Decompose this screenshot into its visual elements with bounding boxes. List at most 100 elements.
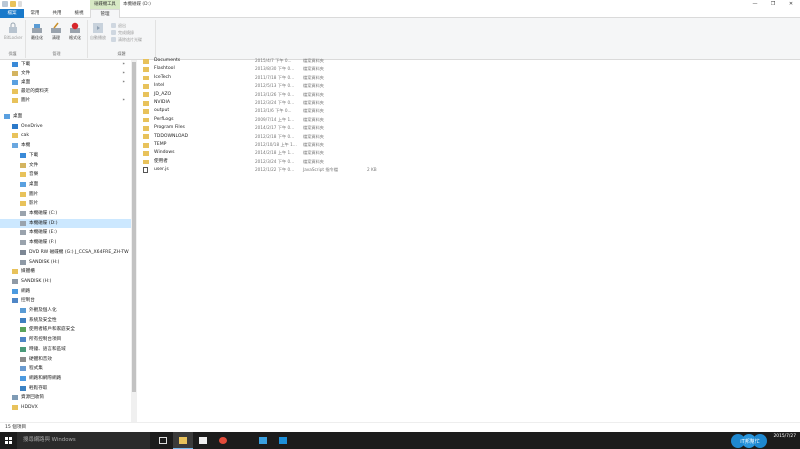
eject-button[interactable]: 退出 xyxy=(111,22,126,29)
file-row[interactable]: TEMP 2012/10/18 上午 1... 檔案資料夾 xyxy=(141,141,441,149)
file-name: Program Files xyxy=(154,125,185,131)
file-row[interactable]: Windows 2014/2/18 上午 1... 檔案資料夾 xyxy=(141,149,441,157)
nav-tree-item[interactable]: 硬體和音效 xyxy=(0,355,131,364)
file-row[interactable]: Documents 2015/4/7 下午 0... 檔案資料夾 xyxy=(141,57,441,65)
chrome-icon[interactable] xyxy=(213,432,233,449)
nav-quick-item[interactable]: 圖片 xyxy=(12,96,30,105)
tab-share[interactable]: 共用 xyxy=(46,9,68,18)
nav-quick-item[interactable]: 桌面 xyxy=(12,78,30,87)
close-button[interactable]: ✕ xyxy=(782,0,800,9)
chevron-down-icon[interactable] xyxy=(18,1,22,7)
nav-scrollbar-thumb[interactable] xyxy=(132,62,136,392)
tab-manage[interactable]: 管理 xyxy=(90,9,120,18)
file-row[interactable]: Program Files 2014/2/17 下午 0... 檔案資料夾 xyxy=(141,124,441,132)
file-row[interactable]: PerfLogs 2009/7/14 上午 1... 檔案資料夾 xyxy=(141,116,441,124)
optimize-button[interactable]: 最佳化 xyxy=(28,22,46,41)
format-label: 格式化 xyxy=(69,35,81,40)
drive-icon xyxy=(20,240,26,246)
store-icon[interactable] xyxy=(193,432,213,449)
nav-item-label: 最近的資料夾 xyxy=(21,89,49,94)
ribbon-tabs: 檔案 常用 共用 檢視 管理 xyxy=(0,9,800,18)
file-row[interactable]: IceTech 2011/7/18 下午 0... 檔案資料夾 xyxy=(141,74,441,82)
app-icon[interactable] xyxy=(253,432,273,449)
file-date: 2013/8/30 下午 0... xyxy=(255,66,295,72)
folder-icon xyxy=(143,142,149,148)
task-view-icon[interactable] xyxy=(153,432,173,449)
nav-scrollbar[interactable] xyxy=(131,60,137,422)
file-row[interactable]: JD_AZO 2013/1/26 下午 0... 檔案資料夾 xyxy=(141,91,441,99)
nav-tree-item[interactable]: 外觀及個人化 xyxy=(0,306,131,315)
file-row[interactable]: Flashtool 2013/8/30 下午 0... 檔案資料夾 xyxy=(141,65,441,73)
nav-tree-item[interactable]: 桌面 xyxy=(0,180,131,189)
nav-tree-item[interactable]: 影片 xyxy=(0,199,131,208)
new-folder-icon[interactable] xyxy=(10,1,16,7)
nav-tree-item[interactable]: SANDISK (H:) xyxy=(0,258,131,267)
file-row[interactable]: 使用者 2012/3/24 下午 0... 檔案資料夾 xyxy=(141,158,441,166)
minimize-button[interactable]: — xyxy=(746,0,764,9)
pin-icon: ✶ xyxy=(122,61,126,66)
nav-quick-item[interactable]: 最近的資料夾 xyxy=(12,87,49,96)
tab-file[interactable]: 檔案 xyxy=(0,9,24,18)
nav-quick-item[interactable]: 文件 xyxy=(12,69,30,78)
title-bar: 磁碟機工具 本機磁碟 (D:) — ❐ ✕ xyxy=(0,0,800,9)
file-date: 2012/5/13 下午 0... xyxy=(255,83,295,89)
nav-tree-item[interactable]: 使用者帳戶和家庭安全 xyxy=(0,325,131,334)
nav-tree-item[interactable]: 本機磁碟 (D:) xyxy=(0,218,131,228)
nav-tree-item[interactable]: OneDrive xyxy=(0,122,131,131)
file-row[interactable]: NVIDIA 2012/3/24 下午 0... 檔案資料夾 xyxy=(141,99,441,107)
users-icon xyxy=(20,327,26,333)
nav-tree-item[interactable]: 輕鬆存取 xyxy=(0,384,131,393)
usb-drive-icon xyxy=(20,259,26,265)
nav-tree-item[interactable]: 本機磁碟 (F:) xyxy=(0,238,131,247)
nav-item-label: 系統及安全性 xyxy=(29,317,57,323)
documents-icon xyxy=(12,71,18,76)
nav-tree-item[interactable]: SANDISK (H:) xyxy=(0,277,131,286)
file-row[interactable]: user.js 2012/1/22 下午 0... JavaScript 指令檔 2 … xyxy=(141,166,441,174)
nav-tree-item[interactable]: 本機磁碟 (E:) xyxy=(0,228,131,237)
nav-tree-item[interactable]: 時鐘、語言和區域 xyxy=(0,345,131,354)
nav-tree-item[interactable]: 網路 xyxy=(0,287,131,296)
file-row[interactable]: Intel 2012/5/13 下午 0... 檔案資料夾 xyxy=(141,82,441,90)
cleanup-button[interactable]: 清理 xyxy=(47,22,65,41)
folder-icon xyxy=(143,117,149,123)
cloud-icon xyxy=(12,123,18,129)
autoplay-button[interactable]: 自動播放 xyxy=(89,22,107,41)
finish-burning-button[interactable]: 完成燒錄 xyxy=(111,29,134,36)
nav-tree-item[interactable]: 桌面 xyxy=(0,112,131,121)
file-row[interactable]: TDDOWNLOAD 2012/2/18 下午 0... 檔案資料夾 xyxy=(141,133,441,141)
properties-icon[interactable] xyxy=(2,1,8,7)
nav-tree-item[interactable]: DVD RW 磁碟機 (G:) J_CCSA_X64FRE_ZH-TW xyxy=(0,248,131,257)
nav-tree-item[interactable]: 圖片 xyxy=(0,190,131,199)
nav-tree-item[interactable]: 網路和網際網路 xyxy=(0,374,131,383)
nav-tree-item[interactable]: 本機磁碟 (C:) xyxy=(0,209,131,218)
nav-item-label: 控制台 xyxy=(21,298,35,304)
format-button[interactable]: 格式化 xyxy=(66,22,84,41)
nav-tree-item[interactable]: 所有控制台項目 xyxy=(0,335,131,344)
nav-tree-item[interactable]: 系統及安全性 xyxy=(0,316,131,325)
nav-tree-item[interactable]: HDDVX xyxy=(0,403,131,412)
file-explorer-icon[interactable] xyxy=(173,432,193,449)
nav-tree-item[interactable]: 程式集 xyxy=(0,364,131,373)
nav-tree-item[interactable]: 文件 xyxy=(0,161,131,170)
file-row[interactable]: output 2013/1/6 下午 0... 檔案資料夾 xyxy=(141,107,441,115)
start-button[interactable] xyxy=(0,432,17,449)
maximize-button[interactable]: ❐ xyxy=(764,0,782,9)
nav-item-label: 桌面 xyxy=(13,114,23,119)
tab-view[interactable]: 檢視 xyxy=(68,9,90,18)
nav-tree-item[interactable]: 控制台 xyxy=(0,296,131,305)
nav-item-label: 程式集 xyxy=(29,366,43,372)
mail-icon[interactable] xyxy=(273,432,293,449)
nav-tree-item[interactable]: cak xyxy=(0,131,131,140)
nav-tree-item[interactable]: 音樂 xyxy=(0,170,131,179)
nav-quick-item[interactable]: 下載 xyxy=(12,60,30,69)
folder-icon xyxy=(143,125,149,131)
tab-home[interactable]: 常用 xyxy=(24,9,46,18)
taskbar-search[interactable]: 搜尋網路與 Windows xyxy=(17,432,150,449)
bitlocker-button[interactable]: BitLocker xyxy=(4,22,23,40)
file-name: user.js xyxy=(154,167,169,173)
nav-tree-item[interactable]: 下載 xyxy=(0,151,131,160)
erase-disc-button[interactable]: 清除這片光碟 xyxy=(111,36,142,43)
nav-tree-item[interactable]: 本機 xyxy=(0,141,131,150)
nav-tree-item[interactable]: 媒體櫃 xyxy=(0,267,131,276)
nav-tree-item[interactable]: 資源回收筒 xyxy=(0,393,131,402)
